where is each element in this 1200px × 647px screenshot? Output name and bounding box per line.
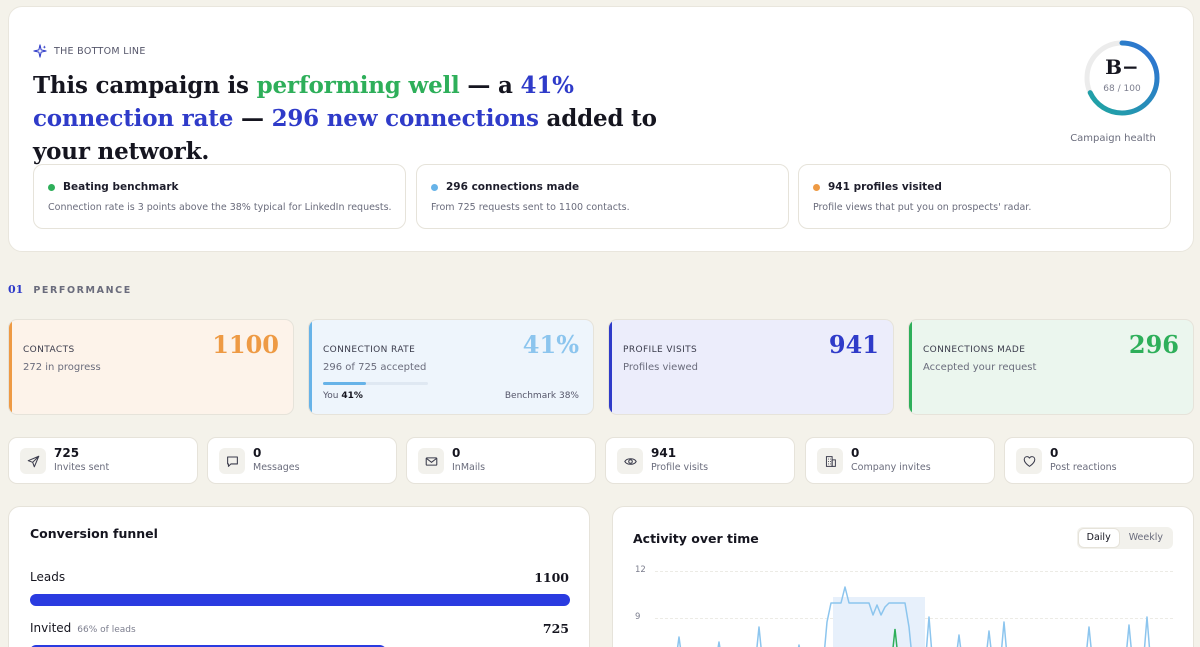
kpi-sub: Accepted your request [923, 362, 1037, 373]
kpi-card-profile-visits[interactable]: PROFILE VISITS Profiles viewed 941 [608, 319, 894, 415]
stat-value: 0 [851, 446, 860, 460]
benchmark-rate: Benchmark 38% [504, 391, 579, 401]
kpi-sub: Profiles viewed [623, 362, 699, 373]
bottom-line-card: THE BOTTOM LINE This campaign is perform… [8, 6, 1194, 252]
message-icon [219, 448, 245, 474]
section-title: PERFORMANCE [33, 285, 132, 296]
stat-value: 0 [253, 446, 262, 460]
building-icon [817, 448, 843, 474]
stat-company-invites[interactable]: 0 Company invites [805, 437, 995, 484]
stat-profile-visits[interactable]: 941 Profile visits [605, 437, 795, 484]
kpi-value: 1100 [212, 330, 279, 359]
stat-label: Post reactions [1050, 462, 1117, 473]
kpi-value: 296 [1128, 330, 1179, 359]
stat-value: 0 [452, 446, 461, 460]
stat-invites-sent[interactable]: 725 Invites sent [8, 437, 198, 484]
activity-title: Activity over time [633, 531, 759, 546]
funnel-bar [30, 594, 570, 606]
status-dot [48, 183, 55, 191]
stat-label: Invites sent [54, 462, 110, 473]
kpi-card-contacts[interactable]: CONTACTS 272 in progress 1100 [8, 319, 294, 415]
stat-inmails[interactable]: 0 InMails [406, 437, 596, 484]
accent-bar [909, 320, 912, 414]
status-dot [813, 183, 820, 191]
activity-over-time-panel: Activity over time Daily Weekly 12 9 [612, 506, 1194, 647]
headline-text: — [233, 105, 272, 132]
funnel-stage-note: 66% of leads [77, 625, 136, 635]
you-value: 41% [341, 391, 363, 401]
headline-performance: performing well [256, 72, 460, 99]
eyebrow-label: THE BOTTOM LINE [54, 45, 146, 57]
connection-rate-progress [323, 382, 428, 385]
kpi-sub: 272 in progress [23, 362, 101, 373]
health-label: Campaign health [1070, 133, 1156, 144]
kpi-sub: 296 of 725 accepted [323, 362, 427, 373]
you-rate: You 41% [323, 391, 363, 401]
insight-card-profiles: 941 profiles visited Profile views that … [798, 164, 1171, 229]
funnel-row-value: 1100 [534, 570, 569, 585]
highlight-region [833, 597, 925, 647]
stat-label: InMails [452, 462, 486, 473]
heart-icon [1016, 448, 1042, 474]
funnel-row-label: Invited 66% of leads [30, 621, 136, 635]
headline-text: — a [459, 72, 521, 99]
insight-card-benchmark: Beating benchmark Connection rate is 3 p… [33, 164, 406, 229]
stat-messages[interactable]: 0 Messages [207, 437, 397, 484]
kpi-card-connection-rate[interactable]: CONNECTION RATE 296 of 725 accepted 41% … [308, 319, 594, 415]
stat-label: Profile visits [651, 462, 709, 473]
mail-icon [418, 448, 444, 474]
stat-value: 725 [54, 446, 80, 460]
stat-label: Messages [253, 462, 300, 473]
funnel-stage: Invited [30, 621, 72, 635]
funnel-row-label: Leads [30, 570, 65, 584]
headline-connections: 296 new connections [271, 105, 539, 132]
toggle-weekly[interactable]: Weekly [1121, 529, 1171, 547]
health-score: 68 / 100 [1103, 84, 1141, 94]
stat-label: Company invites [851, 462, 931, 473]
you-label: You [323, 391, 339, 401]
eye-icon [617, 448, 643, 474]
accent-bar [609, 320, 612, 414]
bottom-line-eyebrow: THE BOTTOM LINE [33, 44, 146, 58]
kpi-value: 941 [828, 330, 879, 359]
accent-bar [9, 320, 12, 414]
funnel-stage: Leads [30, 570, 66, 584]
insight-title: Beating benchmark [63, 181, 179, 193]
insight-title: 296 connections made [446, 181, 580, 193]
accent-bar [309, 320, 312, 414]
activity-chart [676, 586, 1151, 647]
kpi-value: 41% [522, 330, 579, 359]
headline: This campaign is performing well — a 41%… [33, 69, 673, 168]
health-grade: B− [1105, 55, 1139, 79]
y-tick-label: 12 [635, 565, 646, 575]
insight-text: Profile views that put you on prospects'… [813, 202, 1032, 213]
kpi-label: CONNECTION RATE [323, 345, 416, 355]
funnel-title: Conversion funnel [30, 526, 158, 541]
section-number: 01 [8, 283, 24, 296]
insight-card-connections: 296 connections made From 725 requests s… [416, 164, 789, 229]
funnel-row-value: 725 [542, 621, 569, 636]
kpi-label: CONTACTS [23, 345, 75, 355]
period-toggle: Daily Weekly [1076, 527, 1173, 549]
progress-fill [323, 382, 367, 385]
toggle-daily[interactable]: Daily [1078, 529, 1119, 547]
kpi-label: PROFILE VISITS [623, 345, 698, 355]
sparkle-icon [33, 44, 47, 58]
headline-text: This campaign is [33, 72, 257, 99]
campaign-health-gauge: B− 68 / 100 [1081, 37, 1163, 119]
section-heading-performance: 01 PERFORMANCE [8, 283, 132, 296]
y-tick-label: 9 [635, 612, 641, 622]
stat-value: 0 [1050, 446, 1059, 460]
insight-title: 941 profiles visited [828, 181, 942, 193]
stat-post-reactions[interactable]: 0 Post reactions [1004, 437, 1194, 484]
kpi-label: CONNECTIONS MADE [923, 345, 1026, 355]
stat-value: 941 [651, 446, 677, 460]
kpi-card-connections-made[interactable]: CONNECTIONS MADE Accepted your request 2… [908, 319, 1194, 415]
insight-text: From 725 requests sent to 1100 contacts. [431, 202, 630, 213]
send-icon [20, 448, 46, 474]
conversion-funnel-panel: Conversion funnel Leads 1100 Invited 66% … [8, 506, 590, 647]
status-dot [431, 183, 438, 191]
insight-text: Connection rate is 3 points above the 38… [48, 202, 392, 213]
